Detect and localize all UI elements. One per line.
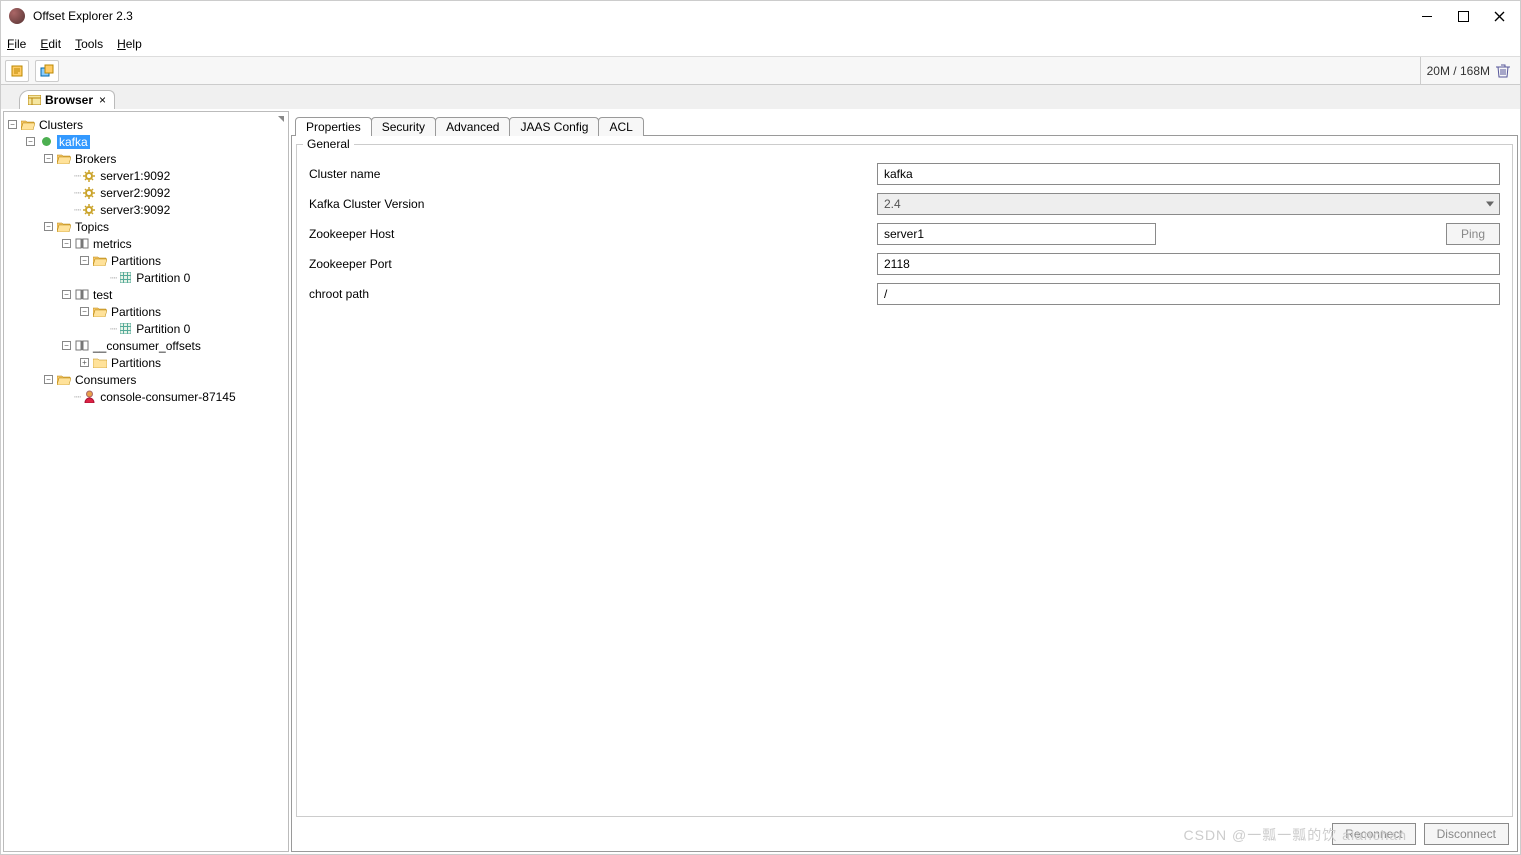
tree-clusters[interactable]: Clusters	[39, 118, 83, 132]
menu-help[interactable]: Help	[117, 37, 142, 51]
ping-button[interactable]: Ping	[1446, 223, 1500, 245]
tree-broker1[interactable]: server1:9092	[100, 169, 170, 183]
title-bar: Offset Explorer 2.3	[1, 1, 1520, 31]
toggle-icon[interactable]: −	[62, 341, 71, 350]
window-title: Offset Explorer 2.3	[33, 9, 1420, 23]
version-label: Kafka Cluster Version	[309, 197, 869, 211]
memory-status: 20M / 168M	[1420, 57, 1516, 84]
gear-icon	[81, 186, 97, 200]
status-icon	[38, 135, 54, 149]
tree-broker3[interactable]: server3:9092	[100, 203, 170, 217]
folder-icon	[20, 118, 36, 132]
folder-icon	[92, 305, 108, 319]
memory-text: 20M / 168M	[1427, 64, 1490, 78]
zk-host-input[interactable]	[877, 223, 1156, 245]
tab-properties[interactable]: Properties	[295, 117, 372, 136]
tab-advanced[interactable]: Advanced	[435, 117, 510, 136]
partition-icon	[117, 271, 133, 285]
toggle-icon[interactable]: +	[80, 358, 89, 367]
folder-icon	[92, 356, 108, 370]
cluster-name-input[interactable]	[877, 163, 1500, 185]
tree-brokers[interactable]: Brokers	[75, 152, 116, 166]
topic-icon	[74, 237, 90, 251]
toggle-icon[interactable]: −	[44, 375, 53, 384]
panel-menu-icon[interactable]	[278, 116, 284, 122]
partition-icon	[117, 322, 133, 336]
toggle-icon[interactable]: −	[80, 256, 89, 265]
view-tabs: Browser ×	[1, 85, 1520, 109]
toolbar-button-1[interactable]	[5, 60, 29, 82]
toggle-icon[interactable]: −	[62, 290, 71, 299]
main-panel: Properties Security Advanced JAAS Config…	[291, 111, 1518, 852]
toggle-icon[interactable]: −	[80, 307, 89, 316]
toggle-icon[interactable]: −	[8, 120, 17, 129]
browser-tab-label: Browser	[45, 93, 93, 107]
tree-consumers[interactable]: Consumers	[75, 373, 136, 387]
tab-security[interactable]: Security	[371, 117, 436, 136]
folder-icon	[56, 152, 72, 166]
toggle-icon[interactable]: −	[26, 137, 35, 146]
tree-metrics-partitions[interactable]: Partitions	[111, 254, 161, 268]
folder-icon	[56, 373, 72, 387]
topic-icon	[74, 288, 90, 302]
tab-jaas[interactable]: JAAS Config	[509, 117, 599, 136]
browser-tab[interactable]: Browser ×	[19, 90, 115, 109]
menu-file[interactable]: File	[7, 37, 26, 51]
tree-panel: −Clusters −kafka −Brokers ┈server1:9092 …	[3, 111, 289, 852]
toggle-icon[interactable]: −	[44, 154, 53, 163]
property-tabs: Properties Security Advanced JAAS Config…	[291, 111, 1518, 135]
version-select[interactable]	[877, 193, 1500, 215]
maximize-button[interactable]	[1456, 9, 1470, 23]
tree-test-p0[interactable]: Partition 0	[136, 322, 190, 336]
topic-icon	[74, 339, 90, 353]
tree-consumer-offsets[interactable]: __consumer_offsets	[93, 339, 201, 353]
chroot-label: chroot path	[309, 287, 869, 301]
app-icon	[9, 8, 25, 24]
toolbar: 20M / 168M	[1, 57, 1520, 85]
folder-icon	[92, 254, 108, 268]
zk-host-label: Zookeeper Host	[309, 227, 869, 241]
tree-metrics[interactable]: metrics	[93, 237, 132, 251]
chroot-input[interactable]	[877, 283, 1500, 305]
tab-acl[interactable]: ACL	[598, 117, 643, 136]
menu-edit[interactable]: Edit	[40, 37, 61, 51]
disconnect-button[interactable]: Disconnect	[1424, 823, 1509, 845]
browser-tab-close[interactable]: ×	[99, 93, 106, 107]
toolbar-button-2[interactable]	[35, 60, 59, 82]
tree-metrics-p0[interactable]: Partition 0	[136, 271, 190, 285]
menu-bar: File Edit Tools Help	[1, 31, 1520, 57]
reconnect-button[interactable]: Reconnect	[1332, 823, 1415, 845]
browser-tab-icon	[28, 95, 41, 105]
tree-test-partitions[interactable]: Partitions	[111, 305, 161, 319]
consumer-icon	[81, 390, 97, 404]
gc-button[interactable]	[1496, 64, 1510, 78]
tree-co-partitions[interactable]: Partitions	[111, 356, 161, 370]
tree-consumer1[interactable]: console-consumer-87145	[100, 390, 235, 404]
tree-kafka[interactable]: kafka	[57, 135, 90, 149]
toggle-icon[interactable]: −	[44, 222, 53, 231]
folder-icon	[56, 220, 72, 234]
menu-tools[interactable]: Tools	[75, 37, 103, 51]
cluster-name-label: Cluster name	[309, 167, 869, 181]
minimize-button[interactable]	[1420, 9, 1434, 23]
tree-test[interactable]: test	[93, 288, 112, 302]
gear-icon	[81, 169, 97, 183]
zk-port-input[interactable]	[877, 253, 1500, 275]
toggle-icon[interactable]: −	[62, 239, 71, 248]
zk-port-label: Zookeeper Port	[309, 257, 869, 271]
tree-topics[interactable]: Topics	[75, 220, 109, 234]
close-button[interactable]	[1492, 9, 1506, 23]
gear-icon	[81, 203, 97, 217]
tree-broker2[interactable]: server2:9092	[100, 186, 170, 200]
